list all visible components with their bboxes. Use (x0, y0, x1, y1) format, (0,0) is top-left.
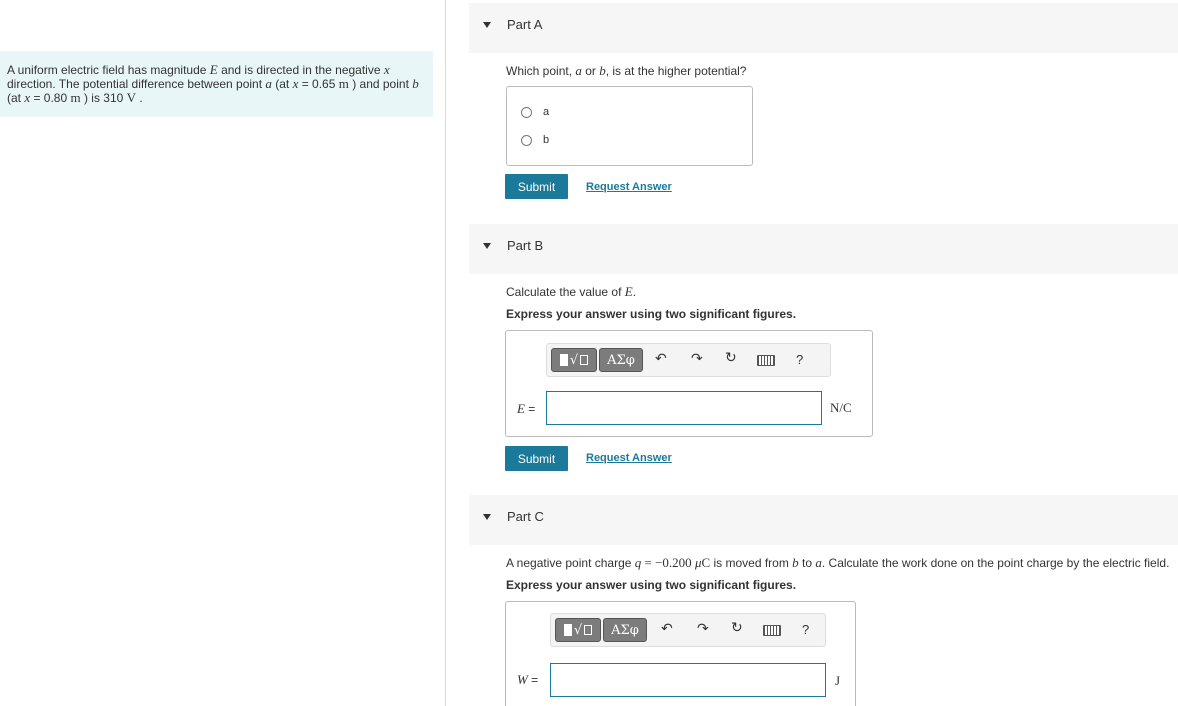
part-c-question: A negative point charge q = −0.200 μC is… (506, 555, 1169, 571)
part-a-title: Part A (507, 17, 543, 32)
option-a[interactable]: a (521, 106, 549, 118)
option-label-b[interactable]: b (543, 134, 549, 146)
problem-text: and is directed in the negative (217, 63, 384, 77)
part-b-instruction: Express your answer using two significan… (506, 307, 797, 321)
keyboard-icon[interactable] (757, 355, 775, 366)
part-b-variable-label: E = (517, 401, 535, 417)
problem-text: ) is 310 (80, 91, 127, 105)
option-b[interactable]: b (521, 134, 549, 146)
problem-var-E: E (209, 62, 218, 77)
part-a-header[interactable]: Part A (469, 3, 1178, 53)
undo-icon[interactable]: ↶ (661, 621, 673, 637)
problem-unit-m: m (70, 90, 81, 105)
problem-text: A uniform electric field has magnitude (7, 63, 210, 77)
part-b-submit-button[interactable]: Submit (505, 446, 568, 471)
problem-text: direction. The potential difference betw… (7, 77, 266, 91)
variable-W: W (517, 672, 528, 687)
problem-text: (at (271, 77, 293, 91)
problem-var-x: x (383, 62, 390, 77)
problem-text: = 0.80 (30, 91, 71, 105)
variable-E: E (517, 401, 525, 416)
problem-unit-V: V (126, 90, 137, 105)
greek-symbols-icon[interactable]: ΑΣφ (599, 348, 643, 372)
question-unit-C: C (701, 555, 711, 570)
problem-text: . (136, 91, 143, 105)
part-b-unit: N/C (830, 400, 852, 415)
help-icon[interactable]: ? (796, 352, 803, 367)
part-c-unit: J (835, 673, 841, 688)
question-text: is moved from (710, 556, 793, 570)
question-text: Calculate the value of (506, 285, 625, 299)
part-b-answer-box: √ ΑΣφ ↶ ↷ ↻ ? E = N/C (505, 330, 873, 437)
part-c-answer-input[interactable] (550, 663, 826, 697)
part-b-question: Calculate the value of E. (506, 284, 636, 300)
math-toolbar: √ ΑΣφ ↶ ↷ ↻ ? (550, 613, 826, 647)
reset-icon[interactable]: ↻ (731, 620, 743, 636)
collapse-caret-icon[interactable] (483, 243, 491, 249)
problem-var-b: b (412, 76, 419, 91)
question-text: , is at the higher potential? (605, 64, 747, 78)
redo-icon[interactable]: ↷ (691, 351, 703, 367)
templates-icon[interactable]: √ (555, 618, 601, 642)
question-text: . Calculate the work done on the point c… (821, 556, 1170, 570)
panel-divider (445, 0, 446, 706)
part-b-header[interactable]: Part B (469, 224, 1178, 274)
part-b-request-answer-link[interactable]: Request Answer (586, 452, 672, 464)
question-var-E: E (624, 284, 633, 299)
part-a-request-answer-link[interactable]: Request Answer (586, 181, 672, 193)
problem-text: ) and point (348, 77, 413, 91)
question-text: or (581, 64, 600, 78)
reset-icon[interactable]: ↻ (725, 350, 737, 366)
redo-icon[interactable]: ↷ (697, 621, 709, 637)
problem-statement: A uniform electric field has magnitude E… (0, 51, 433, 117)
undo-icon[interactable]: ↶ (655, 351, 667, 367)
math-toolbar: √ ΑΣφ ↶ ↷ ↻ ? (546, 343, 831, 377)
greek-symbols-icon[interactable]: ΑΣφ (603, 618, 647, 642)
templates-icon[interactable]: √ (551, 348, 597, 372)
equals-sign: = (524, 402, 536, 416)
question-text: . (632, 285, 637, 299)
collapse-caret-icon[interactable] (483, 514, 491, 520)
radio-button-a[interactable] (521, 106, 532, 118)
problem-unit-m: m (338, 76, 349, 91)
part-b-title: Part B (507, 238, 544, 253)
part-b-answer-input[interactable] (546, 391, 822, 425)
question-value: = −0.200 (641, 555, 695, 570)
question-text: A negative point charge (506, 556, 635, 570)
part-c-variable-label: W = (517, 672, 538, 688)
part-a-question: Which point, a or b, is at the higher po… (506, 63, 746, 79)
problem-text: (at (7, 91, 25, 105)
part-c-instruction: Express your answer using two significan… (506, 578, 797, 592)
collapse-caret-icon[interactable] (483, 22, 491, 28)
answer-options: a b (506, 86, 753, 166)
help-icon[interactable]: ? (802, 622, 809, 637)
part-c-title: Part C (507, 509, 544, 524)
equals-sign: = (527, 673, 539, 687)
keyboard-icon[interactable] (763, 625, 781, 636)
part-c-header[interactable]: Part C (469, 495, 1178, 545)
radio-button-b[interactable] (521, 134, 532, 146)
option-label-a[interactable]: a (543, 106, 549, 118)
part-c-answer-box: √ ΑΣφ ↶ ↷ ↻ ? W = J (505, 601, 856, 706)
problem-text: = 0.65 (298, 77, 339, 91)
question-text: to (798, 556, 816, 570)
question-text: Which point, (506, 64, 576, 78)
part-a-submit-button[interactable]: Submit (505, 174, 568, 199)
